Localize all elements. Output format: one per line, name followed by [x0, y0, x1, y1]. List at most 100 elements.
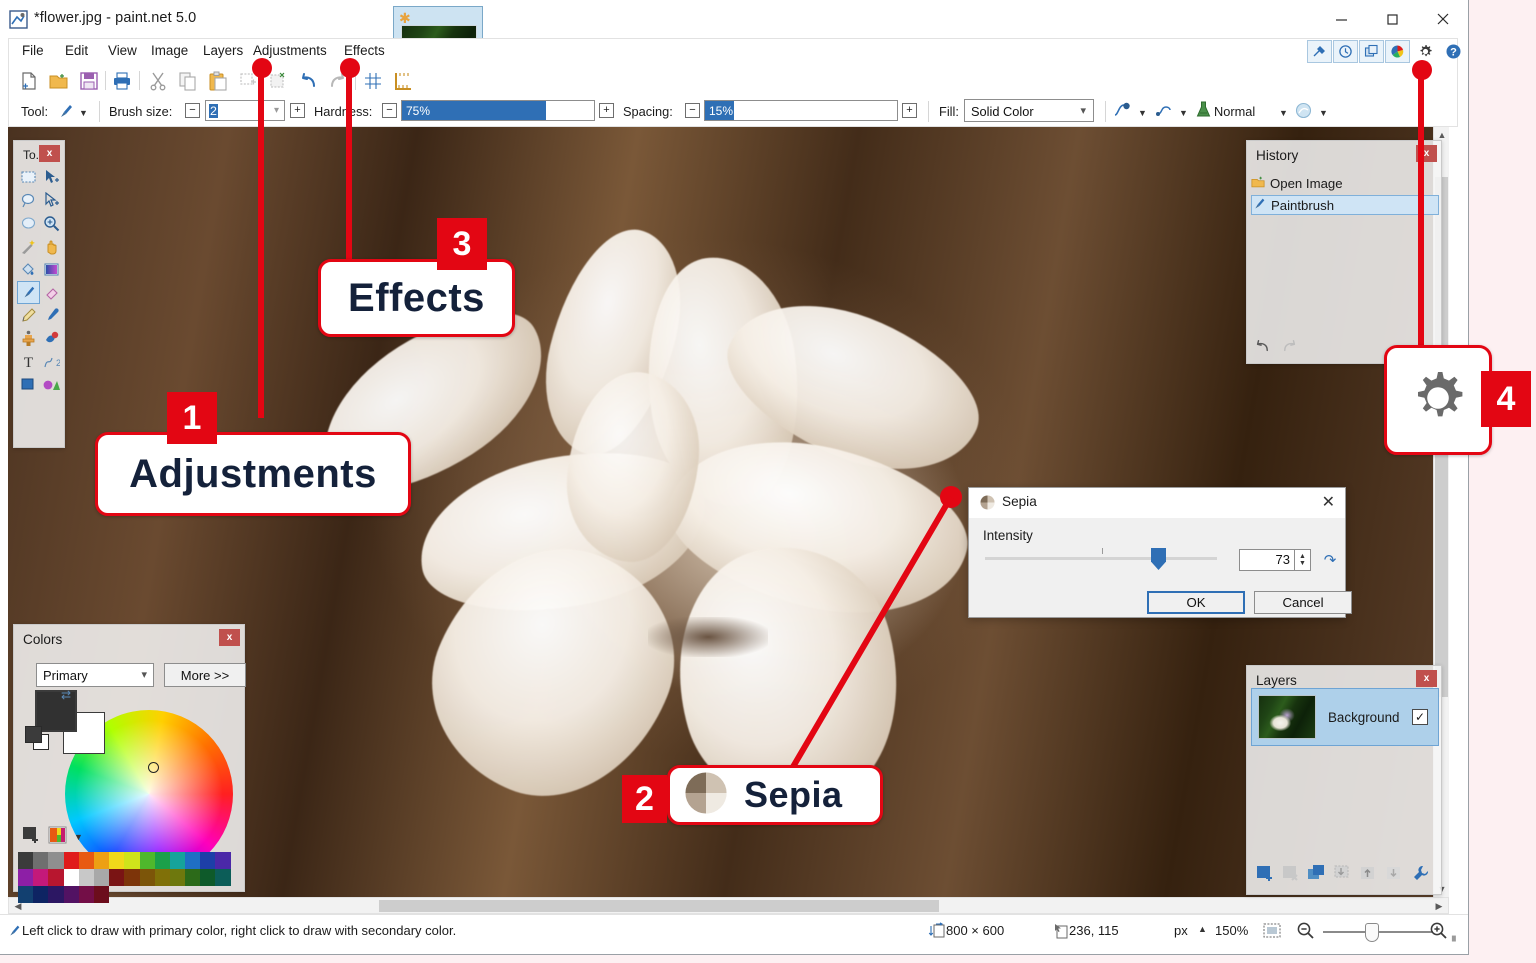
layer-row-background[interactable]: Background ✓: [1251, 688, 1439, 746]
spinner-down-arrow[interactable]: ▼: [1299, 560, 1306, 567]
delete-layer-icon[interactable]: [1281, 864, 1300, 888]
move-selected-tool[interactable]: [40, 166, 63, 189]
zoom-units-label[interactable]: px: [1174, 923, 1188, 938]
canvas-horizontal-scrollbar[interactable]: ◀ ▶: [8, 897, 1449, 914]
palette-swatch[interactable]: [78, 869, 94, 886]
move-layer-up-icon[interactable]: [1359, 864, 1378, 888]
palette-swatch[interactable]: [139, 852, 155, 869]
zoom-tool[interactable]: [40, 212, 63, 235]
magic-wand-tool[interactable]: [17, 235, 40, 258]
layer-properties-icon[interactable]: [1411, 864, 1430, 888]
layer-visibility-checkbox[interactable]: ✓: [1412, 709, 1428, 725]
more-colors-button[interactable]: More >>: [164, 663, 246, 687]
intensity-value-input[interactable]: 73: [1239, 549, 1295, 571]
color-palette-strip[interactable]: [18, 852, 231, 903]
scroll-right-arrow[interactable]: ▶: [1432, 900, 1446, 913]
color-wheel-cursor[interactable]: [148, 762, 159, 773]
ok-button[interactable]: OK: [1147, 591, 1245, 614]
spinner-up-arrow[interactable]: ▲: [1299, 553, 1306, 560]
close-button[interactable]: [1420, 0, 1466, 38]
zoom-units-caret[interactable]: ▲: [1198, 924, 1207, 934]
tools-panel-toggle[interactable]: [1307, 40, 1332, 63]
pan-tool[interactable]: [40, 235, 63, 258]
tools-panel-close[interactable]: x: [39, 145, 60, 162]
grid-icon[interactable]: [361, 69, 385, 93]
gradient-tool[interactable]: [40, 258, 63, 281]
merge-layer-down-icon[interactable]: [1333, 864, 1352, 888]
palette-swatch[interactable]: [63, 852, 79, 869]
palette-swatch[interactable]: [48, 869, 64, 886]
zoom-in-icon[interactable]: [1429, 921, 1448, 943]
palette-swatch[interactable]: [215, 869, 231, 886]
color-picker-tool[interactable]: [40, 304, 63, 327]
eraser-tool[interactable]: [40, 281, 63, 304]
hardness-slider[interactable]: 75%: [401, 100, 595, 121]
zoom-level-value[interactable]: 150%: [1215, 923, 1248, 938]
hardness-increment[interactable]: +: [599, 103, 614, 118]
blending-caret[interactable]: ▼: [1179, 108, 1188, 118]
menu-item-image[interactable]: Image: [149, 43, 190, 63]
clone-stamp-tool[interactable]: [17, 327, 40, 350]
palette-swatch[interactable]: [124, 869, 140, 886]
menu-item-file[interactable]: File: [20, 43, 46, 63]
chevron-down-icon[interactable]: ▾: [274, 105, 279, 116]
undo-icon[interactable]: [296, 69, 320, 93]
palette-swatch[interactable]: [185, 869, 201, 886]
menu-item-view[interactable]: View: [106, 43, 139, 63]
rulers-icon[interactable]: [391, 69, 415, 93]
text-tool[interactable]: T: [17, 350, 40, 373]
menu-item-edit[interactable]: Edit: [63, 43, 90, 63]
ellipse-select-tool[interactable]: [17, 212, 40, 235]
brush-size-increment[interactable]: +: [290, 103, 305, 118]
palette-swatch[interactable]: [33, 886, 49, 903]
zoom-out-icon[interactable]: [1296, 921, 1315, 943]
blending-icon[interactable]: [1155, 101, 1174, 123]
reset-icon[interactable]: ↷: [1320, 549, 1340, 571]
fill-select[interactable]: Solid Color ▾: [964, 99, 1094, 122]
tool-dropdown-caret[interactable]: ▼: [79, 108, 88, 118]
spacing-slider[interactable]: 15%: [704, 100, 898, 121]
palette-swatch[interactable]: [93, 852, 110, 869]
palette-swatch[interactable]: [63, 869, 79, 886]
cancel-button[interactable]: Cancel: [1254, 591, 1352, 614]
redo-icon[interactable]: [1281, 339, 1299, 358]
zoom-slider-knob[interactable]: [1365, 923, 1379, 942]
open-icon[interactable]: [47, 69, 71, 93]
antialiasing-icon[interactable]: [1113, 101, 1132, 123]
rectangle-select-tool[interactable]: [17, 166, 40, 189]
palette-swatch[interactable]: [93, 886, 110, 903]
shapes-tool[interactable]: [17, 373, 40, 396]
line-curve-tool[interactable]: 2: [40, 350, 63, 373]
alpha-caret[interactable]: ▼: [1319, 108, 1328, 118]
palette-swatch[interactable]: [154, 852, 170, 869]
resize-grip-icon[interactable]: ▘: [1452, 937, 1460, 948]
palette-swatch[interactable]: [63, 886, 79, 903]
palette-swatch[interactable]: [169, 869, 186, 886]
palette-swatch[interactable]: [109, 869, 125, 886]
brush-size-decrement[interactable]: −: [185, 103, 200, 118]
palette-swatch[interactable]: [200, 852, 216, 869]
palette-swatch[interactable]: [18, 852, 34, 869]
new-icon[interactable]: [17, 69, 41, 93]
palette-swatch[interactable]: [124, 852, 140, 869]
menu-item-layers[interactable]: Layers: [201, 43, 245, 63]
maximize-button[interactable]: [1369, 0, 1415, 38]
palette-swatch[interactable]: [109, 852, 125, 869]
undo-icon[interactable]: [1253, 339, 1271, 358]
intensity-slider-track[interactable]: [985, 557, 1217, 560]
cut-icon[interactable]: [146, 69, 170, 93]
layers-panel-close[interactable]: x: [1416, 670, 1437, 687]
colors-panel-close[interactable]: x: [219, 629, 240, 646]
history-panel-toggle[interactable]: [1333, 40, 1358, 63]
copy-icon[interactable]: [176, 69, 200, 93]
blend-mode-caret[interactable]: ▼: [1279, 108, 1288, 118]
pencil-tool[interactable]: [17, 304, 40, 327]
palette-swatch[interactable]: [139, 869, 155, 886]
duplicate-layer-icon[interactable]: [1307, 864, 1326, 888]
color-mode-select[interactable]: Primary ▾: [36, 663, 154, 687]
spacing-increment[interactable]: +: [902, 103, 917, 118]
horizontal-scroll-thumb[interactable]: [379, 900, 939, 912]
help-icon[interactable]: ?: [1440, 40, 1466, 63]
palette-swatch[interactable]: [48, 886, 64, 903]
add-layer-icon[interactable]: [1255, 864, 1274, 888]
